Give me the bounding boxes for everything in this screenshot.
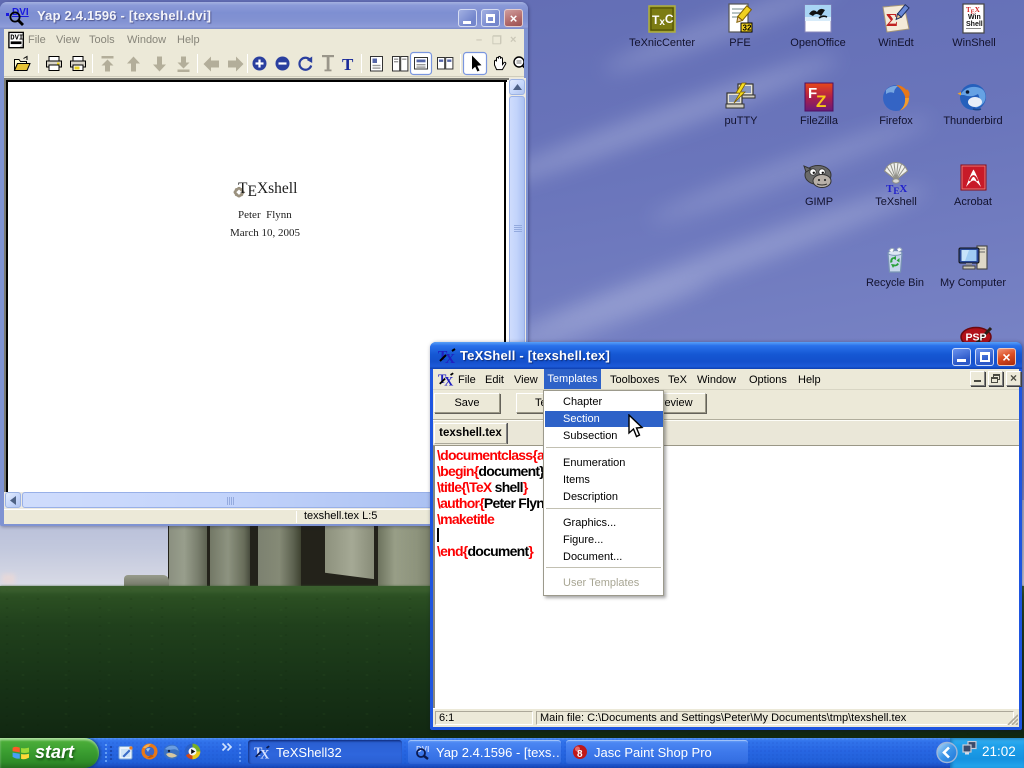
svg-text:32: 32 <box>743 24 752 33</box>
svg-text:TEX: TEX <box>886 183 907 194</box>
svg-text:Σ: Σ <box>886 10 898 30</box>
svg-text:Win: Win <box>968 14 981 21</box>
svg-text:DVI: DVI <box>10 35 23 43</box>
svg-text:Z: Z <box>816 92 826 111</box>
svg-text:T: T <box>342 55 354 74</box>
svg-text:X: X <box>445 352 455 364</box>
svg-text:8: 8 <box>577 749 583 760</box>
svg-text:X: X <box>444 375 453 387</box>
svg-text:X: X <box>260 748 269 760</box>
svg-text:Shell: Shell <box>966 21 983 28</box>
